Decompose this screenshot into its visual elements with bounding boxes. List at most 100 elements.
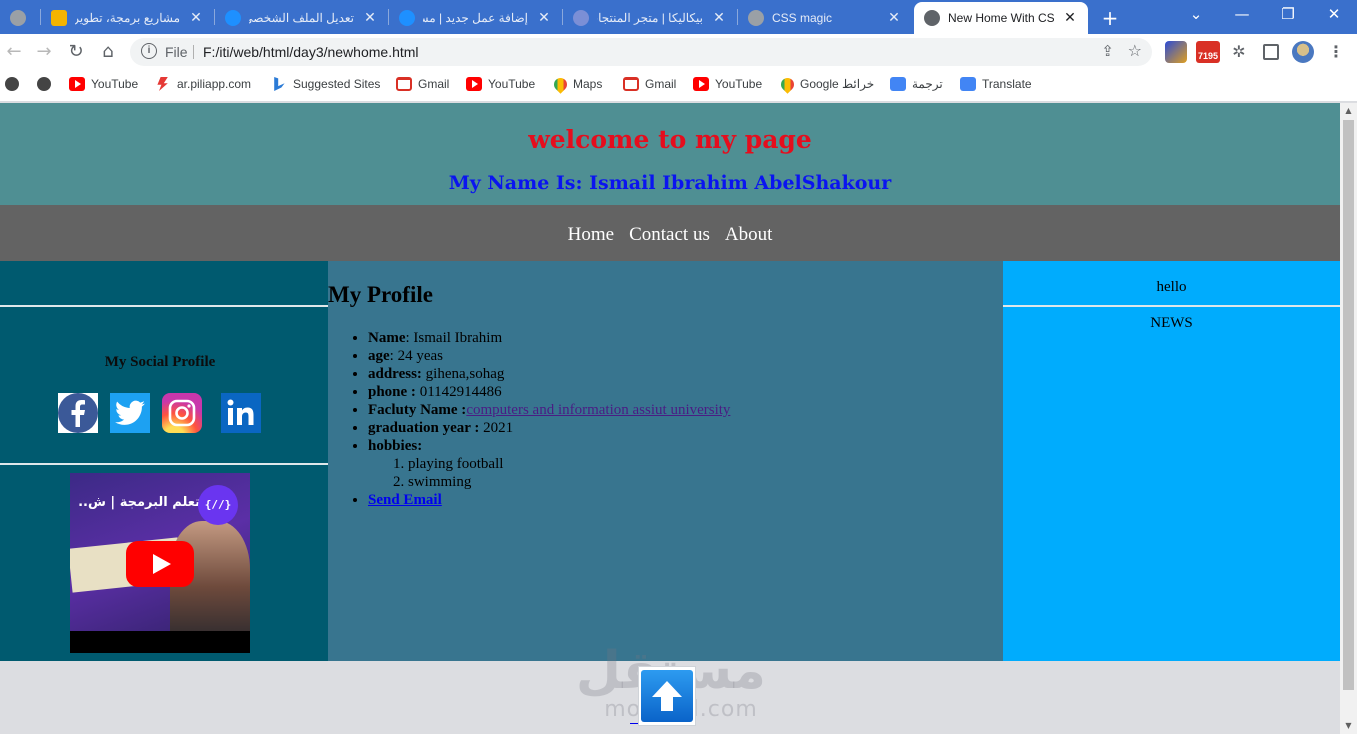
side-panel-icon[interactable]	[1263, 44, 1279, 60]
extensions-puzzle-icon[interactable]: ✲	[1228, 41, 1250, 63]
browser-menu-icon[interactable]: ⋮	[1325, 41, 1347, 63]
url-text[interactable]: F:/iti/web/html/day3/newhome.html	[203, 44, 419, 60]
faculty-link[interactable]: computers and information assiut univers…	[466, 402, 730, 418]
list-item: Send Email	[368, 491, 730, 509]
bookmark-label: Suggested Sites	[293, 77, 381, 91]
channel-avatar[interactable]: {//}	[198, 485, 238, 525]
divider	[0, 305, 328, 307]
hobbies-label: hobbies:	[368, 438, 423, 454]
page-viewport: welcome to my page My Name Is: Ismail Ib…	[0, 103, 1340, 734]
globe-icon	[37, 77, 51, 91]
bookmark-youtube[interactable]: YouTube	[693, 77, 762, 91]
extension-icon[interactable]	[1165, 41, 1187, 63]
nav-about-link[interactable]: About	[725, 224, 773, 246]
bookmark-piliapp[interactable]: ar.piliapp.com	[155, 77, 251, 91]
address-label: address:	[368, 366, 422, 382]
tab-title: New Home With CSS	[948, 11, 1054, 25]
back-button[interactable]: ←	[3, 41, 25, 62]
bookmark-translate-ar[interactable]: ترجمة	[890, 77, 943, 91]
bookmark-translate[interactable]: Translate	[960, 77, 1032, 91]
instagram-icon[interactable]	[162, 393, 202, 433]
mostaql-favicon-icon	[51, 10, 67, 26]
youtube-video-embed[interactable]: تعلم البرمجة | ش... {//}	[70, 473, 250, 653]
tab-title: CSS magic	[772, 11, 833, 25]
youtube-icon	[693, 77, 709, 91]
bookmark-label: YouTube	[91, 77, 139, 91]
tab-active[interactable]: New Home With CSS ✕	[914, 2, 1088, 34]
new-tab-button[interactable]: +	[1098, 6, 1122, 30]
bookmark-label: YouTube	[488, 77, 536, 91]
tab-title: إضافة عمل جديد | مس	[423, 11, 528, 25]
send-email-link[interactable]: Send Email	[368, 492, 442, 508]
gmail-notifier-icon[interactable]: 7195	[1196, 41, 1220, 63]
globe-icon	[748, 10, 764, 26]
age-label: age	[368, 348, 390, 364]
share-icon[interactable]: ⇪	[1101, 42, 1114, 60]
close-icon[interactable]: ✕	[1062, 10, 1078, 26]
bookmark-gmail[interactable]: Gmail	[396, 77, 449, 91]
nav-contact-link[interactable]: Contact us	[629, 224, 710, 246]
tab-1[interactable]: مشاريع برمجة، تطوير ✕	[41, 2, 214, 34]
video-title: تعلم البرمجة | ش...	[78, 495, 200, 510]
tab-3[interactable]: إضافة عمل جديد | مس ✕	[389, 2, 562, 34]
scrollbar[interactable]: ▲ ▼	[1340, 103, 1357, 734]
globe-icon	[924, 10, 940, 26]
name-label: Name	[368, 330, 406, 346]
translate-icon	[890, 77, 906, 91]
bookmark-google-maps-ar[interactable]: Google خرائط	[778, 74, 874, 94]
url-scheme: File	[165, 44, 188, 60]
news-heading: NEWS	[1150, 315, 1193, 331]
scroll-down-arrow-icon[interactable]: ▼	[1340, 718, 1357, 734]
site-favicon-icon	[225, 10, 241, 26]
scroll-up-arrow-icon[interactable]: ▲	[1340, 103, 1357, 119]
facebook-icon[interactable]	[58, 393, 98, 433]
tab-4[interactable]: بيكاليكا | متجر المنتجات ✕	[563, 2, 737, 34]
play-button-icon[interactable]	[126, 541, 194, 587]
home-button[interactable]: ⌂	[97, 41, 119, 62]
close-icon[interactable]: ✕	[711, 10, 727, 26]
close-window-button[interactable]: ✕	[1322, 5, 1346, 23]
bookmark-maps[interactable]: Maps	[551, 74, 602, 94]
bookmark-suggested-sites[interactable]: Suggested Sites	[271, 77, 380, 91]
phone-value: 01142914486	[415, 384, 502, 400]
nav-home-link[interactable]: Home	[568, 224, 614, 246]
bookmark-label: ترجمة	[912, 77, 943, 91]
back-to-top-button[interactable]	[638, 666, 696, 726]
phone-label: phone :	[368, 384, 416, 400]
tab-5[interactable]: CSS magic ✕	[738, 2, 912, 34]
bookmark-star-icon[interactable]: ☆	[1128, 41, 1142, 60]
page-title: welcome to my page	[528, 125, 812, 154]
tab-2[interactable]: تعديل الملف الشخصي ✕	[215, 2, 388, 34]
close-icon[interactable]: ✕	[188, 10, 204, 26]
bookmark-youtube[interactable]: YouTube	[466, 77, 535, 91]
info-icon[interactable]: i	[141, 43, 157, 59]
twitter-icon[interactable]	[110, 393, 150, 433]
bookmark-youtube[interactable]: YouTube	[69, 77, 138, 91]
nav-links: Home Contact us About	[0, 224, 1340, 246]
gmail-icon	[623, 77, 639, 91]
scrollbar-thumb[interactable]	[1343, 120, 1354, 690]
graduation-label: graduation year :	[368, 420, 480, 436]
minimize-button[interactable]: —	[1230, 5, 1254, 23]
close-icon[interactable]: ✕	[362, 10, 378, 26]
list-item: age: 24 yeas	[368, 347, 730, 365]
linkedin-icon[interactable]	[221, 393, 261, 433]
reload-button[interactable]: ↻	[65, 41, 87, 62]
bookmark-label: Gmail	[645, 77, 677, 91]
maximize-button[interactable]: ❐	[1276, 5, 1300, 23]
gmail-icon	[396, 77, 412, 91]
address-bar[interactable]: i File F:/iti/web/html/day3/newhome.html…	[130, 38, 1152, 66]
faculty-label: Facluty Name :	[368, 402, 467, 418]
bookmark-item[interactable]	[37, 77, 51, 91]
profile-avatar[interactable]	[1292, 41, 1314, 63]
tab-0[interactable]	[0, 2, 40, 34]
close-icon[interactable]: ✕	[536, 10, 552, 26]
tab-strip: مشاريع برمجة، تطوير ✕ تعديل الملف الشخصي…	[0, 0, 1357, 34]
close-icon[interactable]: ✕	[886, 10, 902, 26]
bookmark-gmail[interactable]: Gmail	[623, 77, 676, 91]
bookmark-item[interactable]	[5, 77, 19, 91]
youtube-icon	[69, 77, 85, 91]
forward-button[interactable]: →	[33, 41, 55, 62]
tab-search-button[interactable]: ⌄	[1184, 5, 1208, 23]
bookmarks-bar: YouTube ar.piliapp.com Suggested Sites G…	[0, 70, 1357, 102]
